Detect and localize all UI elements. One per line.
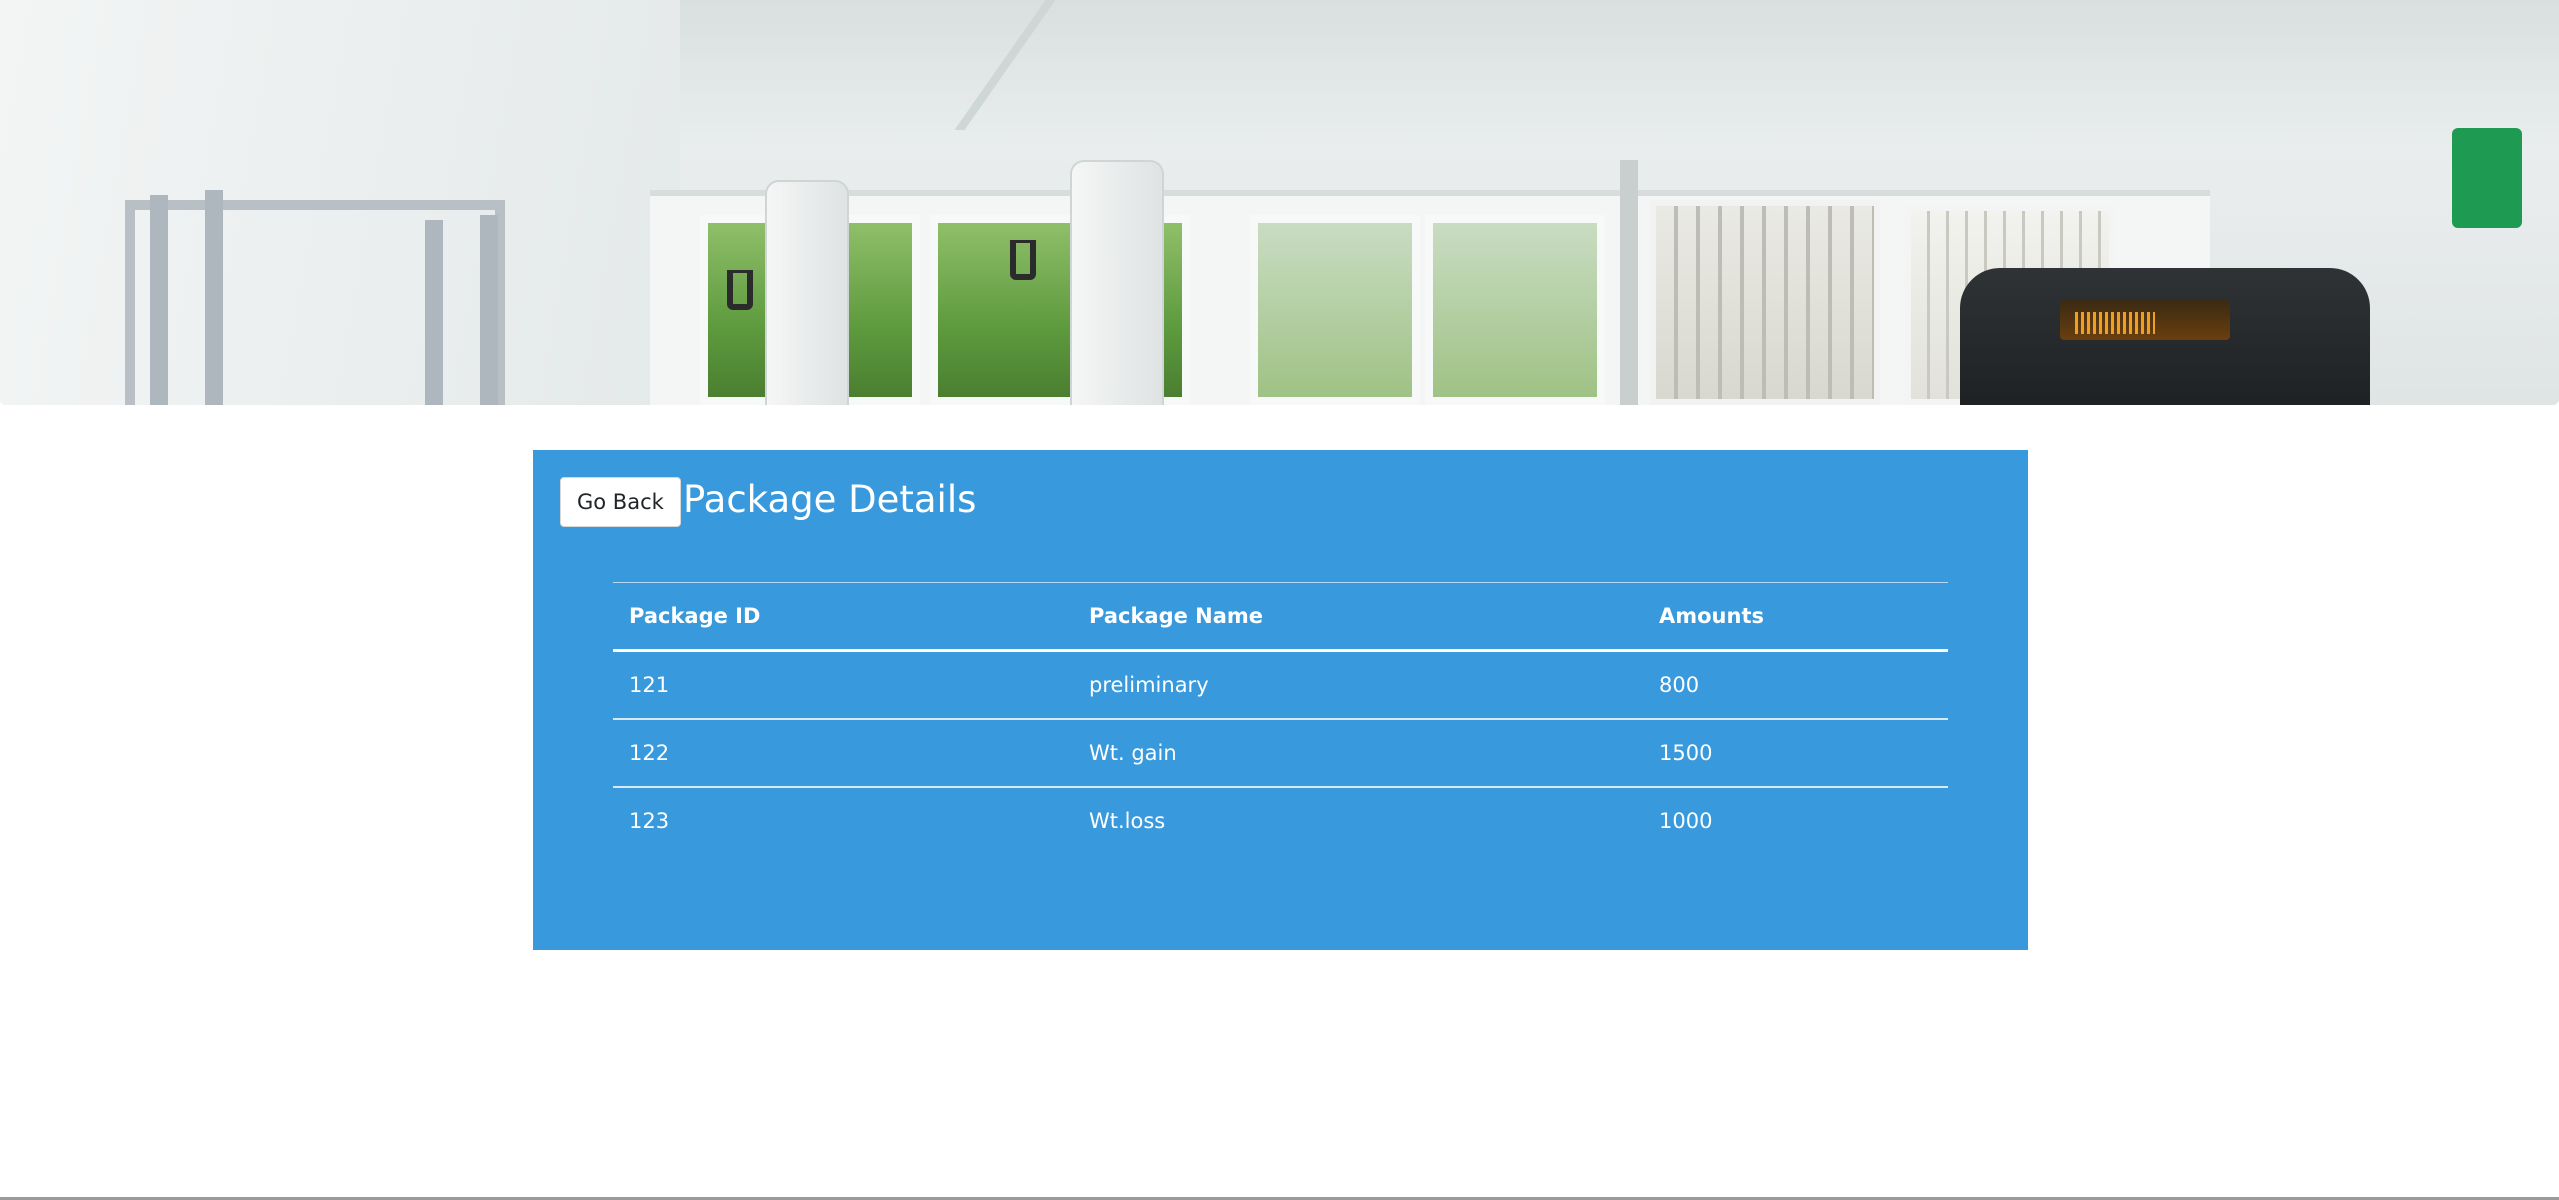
banner-squat-rack	[125, 200, 505, 405]
banner-first-aid-box	[2452, 128, 2522, 228]
go-back-button[interactable]: Go Back	[560, 477, 681, 527]
banner-cable-tower	[1070, 160, 1164, 405]
table-row: 122 Wt. gain 1500	[613, 719, 1948, 787]
banner-window-pane	[1250, 215, 1420, 405]
package-table: Package ID Package Name Amounts 121 prel…	[613, 582, 1948, 854]
package-details-panel: Go Back Package Details Package ID Packa…	[533, 450, 2028, 950]
package-name-cell: Wt. gain	[1089, 741, 1177, 765]
package-name-cell: preliminary	[1089, 673, 1209, 697]
banner-cable-tower	[765, 180, 849, 405]
package-id-cell: 122	[629, 741, 670, 765]
page: Go Back Package Details Package ID Packa…	[0, 0, 2559, 1200]
banner-door-frame	[1620, 160, 1638, 405]
banner-treadmill-display-bars	[2075, 312, 2155, 334]
banner-security-gate	[1650, 200, 1880, 405]
table-row: 123 Wt.loss 1000	[613, 787, 1948, 854]
table-row: 121 preliminary 800	[613, 651, 1948, 719]
banner-rack-post	[425, 220, 443, 405]
package-id-cell: 121	[629, 673, 670, 697]
banner-rack-post	[150, 195, 168, 405]
banner-cable-handle	[727, 270, 753, 310]
gym-banner-image	[0, 0, 2559, 405]
package-id-cell: 123	[629, 809, 670, 833]
package-amount-cell: 1000	[1659, 809, 1713, 833]
package-name-cell: Wt.loss	[1089, 809, 1166, 833]
column-header-amounts: Amounts	[1659, 604, 1764, 628]
banner-rack-post	[480, 215, 498, 405]
banner-window-pane	[840, 215, 920, 405]
table-header-row: Package ID Package Name Amounts	[613, 582, 1948, 651]
banner-cable-handle	[1010, 240, 1036, 280]
banner-window-pane	[1425, 215, 1605, 405]
package-amount-cell: 800	[1659, 673, 1700, 697]
page-title: Package Details	[683, 478, 977, 521]
banner-rack-post	[205, 190, 223, 405]
column-header-package-name: Package Name	[1089, 604, 1264, 628]
column-header-package-id: Package ID	[629, 604, 761, 628]
package-amount-cell: 1500	[1659, 741, 1713, 765]
